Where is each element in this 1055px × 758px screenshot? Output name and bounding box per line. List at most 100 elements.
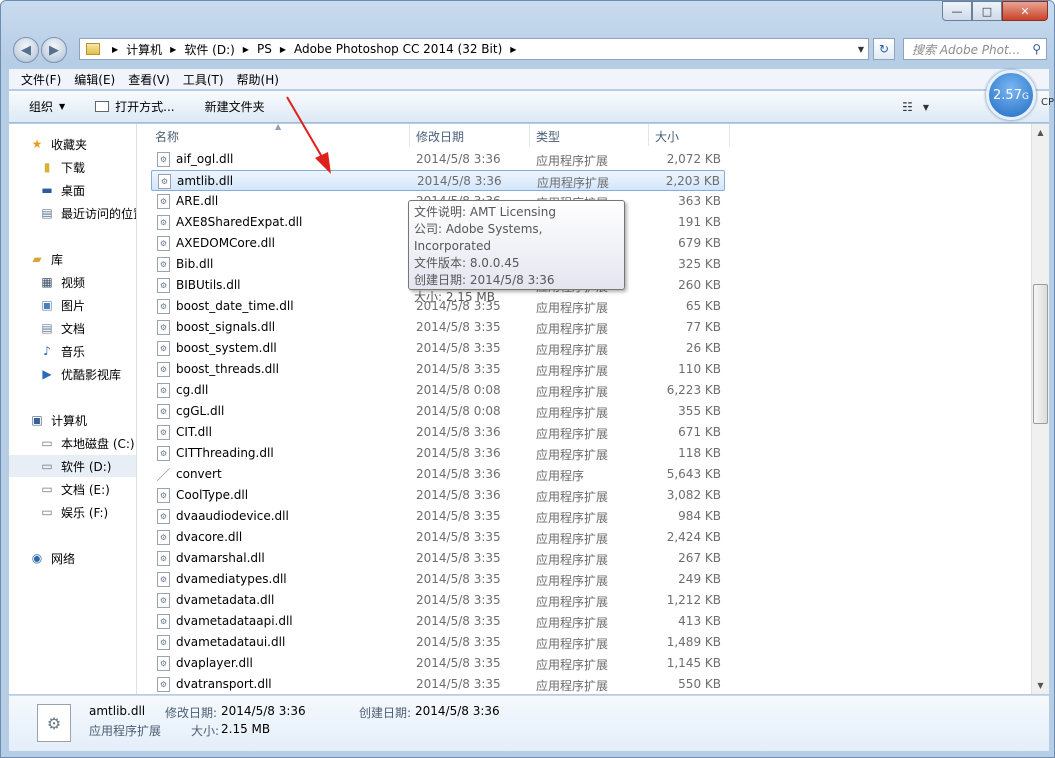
nav-item[interactable]: ▮ 下载 [9,156,85,178]
scroll-up-icon[interactable]: ▲ [1032,124,1049,141]
file-size: 550 KB [678,677,721,691]
open-with-button[interactable]: 打开方式... [95,98,175,115]
file-size: 2,072 KB [666,152,721,166]
file-row[interactable]: ⚙ dvametadataapi.dll 2014/5/8 3:35 应用程序扩展 41… [151,611,725,632]
refresh-button[interactable]: ↻ [873,38,895,60]
file-row[interactable]: ⚙ CITThreading.dll 2014/5/8 3:36 应用程序扩展 118 … [151,443,725,464]
minimize-button[interactable]: — [942,1,972,21]
forward-button[interactable]: ▶ [41,37,67,63]
file-size: 65 KB [685,299,721,313]
column-name[interactable]: 名称 [155,128,179,145]
nav-item[interactable]: ▦ 视频 [9,271,85,293]
file-row[interactable]: ⚙ dvacore.dll 2014/5/8 3:35 应用程序扩展 2,424 KB [151,527,725,548]
column-divider[interactable] [648,124,649,146]
folder-icon [86,43,100,55]
menu-help[interactable]: 帮助(H) [237,71,279,88]
column-size[interactable]: 大小 [655,128,679,145]
view-details-icon: ☷ [902,100,913,114]
menu-tools[interactable]: 工具(T) [183,71,224,88]
memory-gauge-widget[interactable]: 2.57 G [986,70,1036,120]
file-size: 984 KB [678,509,721,523]
file-row[interactable]: ⚙ dvametadata.dll 2014/5/8 3:35 应用程序扩展 1,212… [151,590,725,611]
file-name: dvametadata.dll [176,593,275,607]
details-created-value: 2014/5/8 3:36 [415,704,500,718]
nav-item[interactable]: ▣ 计算机 [9,409,87,431]
search-icon[interactable]: ⚲ [1032,42,1041,56]
file-row[interactable]: ⚙ dvatransport.dll 2014/5/8 3:35 应用程序扩展 550 … [151,674,725,694]
nav-item-label: 计算机 [51,413,88,428]
file-row[interactable]: ⚙ dvaplayer.dll 2014/5/8 3:35 应用程序扩展 1,145 K… [151,653,725,674]
breadcrumb-drive-d[interactable]: 软件 (D:) [184,41,234,58]
file-row[interactable]: ⚙ amtlib.dll 2014/5/8 3:36 应用程序扩展 2,203 KB [151,170,725,191]
nav-item[interactable]: ▭ 娱乐 (F:) [9,501,108,523]
nav-item[interactable]: ▭ 软件 (D:) [9,455,136,477]
file-row[interactable]: ⚙ boost_signals.dll 2014/5/8 3:35 应用程序扩展 77 … [151,317,725,338]
column-divider[interactable] [409,124,410,146]
menu-file[interactable]: 文件(F) [21,71,61,88]
file-row[interactable]: ⚙ dvamediatypes.dll 2014/5/8 3:35 应用程序扩展 249… [151,569,725,590]
file-row[interactable]: ⚙ dvaaudiodevice.dll 2014/5/8 3:35 应用程序扩展 98… [151,506,725,527]
nav-item[interactable]: ▣ 图片 [9,294,85,316]
address-dropdown-icon[interactable]: ▼ [858,45,864,54]
file-name: BIBUtils.dll [176,278,241,292]
scroll-down-icon[interactable]: ▼ [1032,677,1049,694]
column-divider[interactable] [729,124,730,146]
new-folder-button[interactable]: 新建文件夹 [205,98,265,115]
file-type: 应用程序扩展 [536,574,609,588]
address-bar[interactable]: ▶ 计算机 ▶ 软件 (D:) ▶ PS ▶ Adobe Photoshop C… [79,38,869,60]
change-view-button[interactable]: ☷ ▼ [902,100,929,114]
nav-item[interactable]: ▬ 桌面 [9,179,85,201]
nav-item[interactable]: ◉ 网络 [9,547,75,569]
vertical-scrollbar[interactable]: ▲ ▼ [1031,124,1049,694]
file-row[interactable]: ⚙ cg.dll 2014/5/8 0:08 应用程序扩展 6,223 KB [151,380,725,401]
search-input[interactable]: 搜索 Adobe Phot... ⚲ [903,38,1047,60]
nav-item[interactable]: ♪ 音乐 [9,340,85,362]
file-name: CITThreading.dll [176,446,274,460]
file-type: 应用程序扩展 [536,490,609,504]
back-button[interactable]: ◀ [13,37,39,63]
tooltip-version: 文件版本: 8.0.0.45 [414,256,520,270]
file-date: 2014/5/8 3:35 [416,341,501,355]
nav-item[interactable]: ▭ 文档 (E:) [9,478,109,500]
details-filename: amtlib.dll [89,704,146,718]
breadcrumb-separator-icon: ▶ [170,44,177,54]
menu-edit[interactable]: 编辑(E) [74,71,115,88]
desktop-icon: ▬ [41,183,53,197]
details-size-label: 大小: [191,724,220,738]
nav-item[interactable]: ★ 收藏夹 [9,133,87,155]
column-date[interactable]: 修改日期 [416,128,464,145]
file-row[interactable]: ⚙ boost_system.dll 2014/5/8 3:35 应用程序扩展 26 K… [151,338,725,359]
file-size: 325 KB [678,257,721,271]
file-row[interactable]: ⚙ boost_threads.dll 2014/5/8 3:35 应用程序扩展 110… [151,359,725,380]
dll-file-icon: ⚙ [157,446,170,461]
scrollbar-thumb[interactable] [1033,284,1048,424]
menu-view[interactable]: 查看(V) [128,71,170,88]
column-type[interactable]: 类型 [536,128,560,145]
nav-item[interactable]: ▤ 文档 [9,317,85,339]
file-row[interactable]: ⚙ cgGL.dll 2014/5/8 0:08 应用程序扩展 355 KB [151,401,725,422]
close-button[interactable]: ✕ [1002,1,1048,21]
file-type: 应用程序扩展 [536,553,609,567]
file-row[interactable]: ⚙ CoolType.dll 2014/5/8 3:36 应用程序扩展 3,082 KB [151,485,725,506]
nav-item[interactable]: ▰ 库 [9,248,63,270]
drive-c-icon: ▭ [41,436,53,450]
file-type: 应用程序扩展 [536,532,609,546]
nav-item[interactable]: ▤ 最近访问的位置 [9,202,136,224]
breadcrumb-photoshop[interactable]: Adobe Photoshop CC 2014 (32 Bit) [294,42,502,56]
organize-button[interactable]: 组织 ▼ [29,98,65,115]
file-type: 应用程序扩展 [536,364,609,378]
file-date: 2014/5/8 3:35 [416,362,501,376]
dll-file-icon: ⚙ [157,383,170,398]
file-row[interactable]: ⚙ dvamarshal.dll 2014/5/8 3:35 应用程序扩展 267 KB [151,548,725,569]
breadcrumb-computer[interactable]: 计算机 [126,41,162,58]
nav-item[interactable]: ▶ 优酷影视库 [9,363,121,385]
file-row[interactable]: ／ convert 2014/5/8 3:36 应用程序 5,643 KB [151,464,725,485]
file-row[interactable]: ⚙ dvametadataui.dll 2014/5/8 3:35 应用程序扩展 1,4… [151,632,725,653]
maximize-button[interactable]: □ [972,1,1002,21]
column-divider[interactable] [529,124,530,146]
file-row[interactable]: ⚙ aif_ogl.dll 2014/5/8 3:36 应用程序扩展 2,072 KB [151,149,725,170]
dll-file-icon: ⚙ [157,509,170,524]
file-row[interactable]: ⚙ CIT.dll 2014/5/8 3:36 应用程序扩展 671 KB [151,422,725,443]
breadcrumb-ps[interactable]: PS [257,42,272,56]
nav-item[interactable]: ▭ 本地磁盘 (C:) [9,432,134,454]
